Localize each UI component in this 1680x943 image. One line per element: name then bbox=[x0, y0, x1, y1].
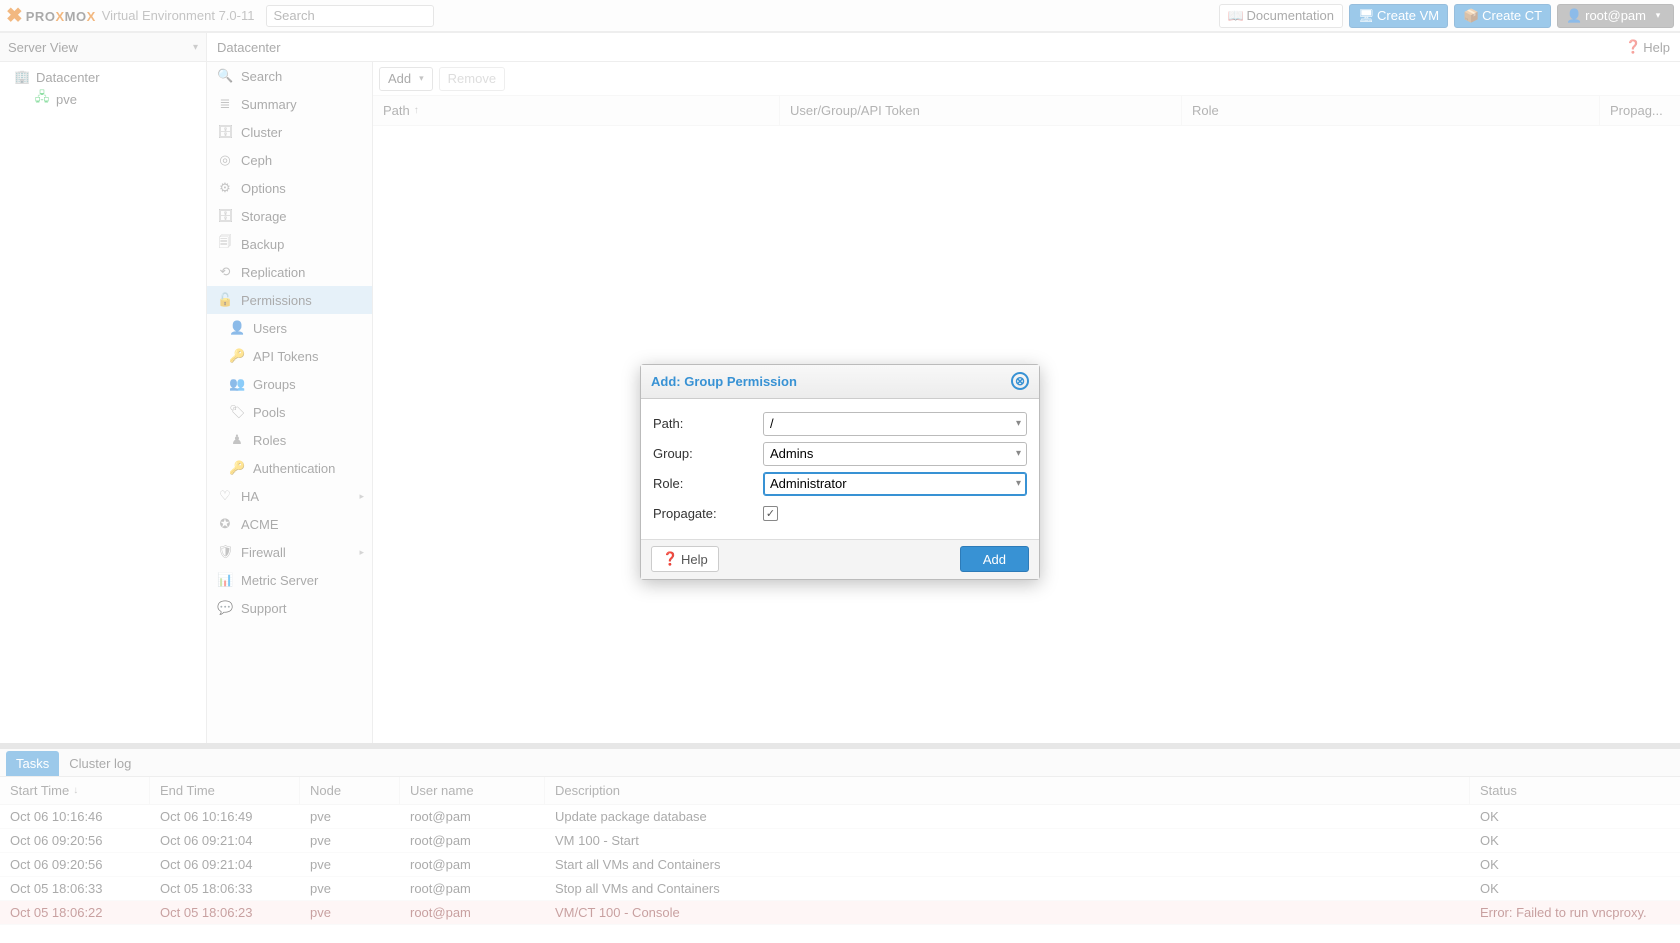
role-input[interactable] bbox=[763, 472, 1027, 496]
dialog-title: Add: Group Permission bbox=[651, 374, 797, 389]
path-label: Path: bbox=[653, 416, 763, 431]
dialog-header[interactable]: Add: Group Permission ⊗ bbox=[641, 365, 1039, 399]
modal-layer: Add: Group Permission ⊗ Path: ▾ Group: ▾… bbox=[0, 0, 1680, 943]
close-icon[interactable]: ⊗ bbox=[1011, 372, 1029, 390]
path-input[interactable] bbox=[763, 412, 1027, 436]
group-combo[interactable]: ▾ bbox=[763, 442, 1027, 466]
chevron-down-icon: ▾ bbox=[1016, 418, 1021, 429]
dialog-add-button[interactable]: Add bbox=[960, 546, 1029, 572]
role-combo[interactable]: ▾ bbox=[763, 472, 1027, 496]
path-combo[interactable]: ▾ bbox=[763, 412, 1027, 436]
propagate-label: Propagate: bbox=[653, 506, 763, 521]
propagate-checkbox[interactable]: ✓ bbox=[763, 506, 778, 521]
help-icon: ❓ bbox=[662, 551, 676, 567]
add-group-permission-dialog: Add: Group Permission ⊗ Path: ▾ Group: ▾… bbox=[640, 364, 1040, 580]
dialog-help-button[interactable]: ❓Help bbox=[651, 546, 719, 572]
chevron-down-icon: ▾ bbox=[1016, 448, 1021, 459]
role-label: Role: bbox=[653, 476, 763, 491]
group-input[interactable] bbox=[763, 442, 1027, 466]
chevron-down-icon: ▾ bbox=[1016, 478, 1021, 489]
group-label: Group: bbox=[653, 446, 763, 461]
